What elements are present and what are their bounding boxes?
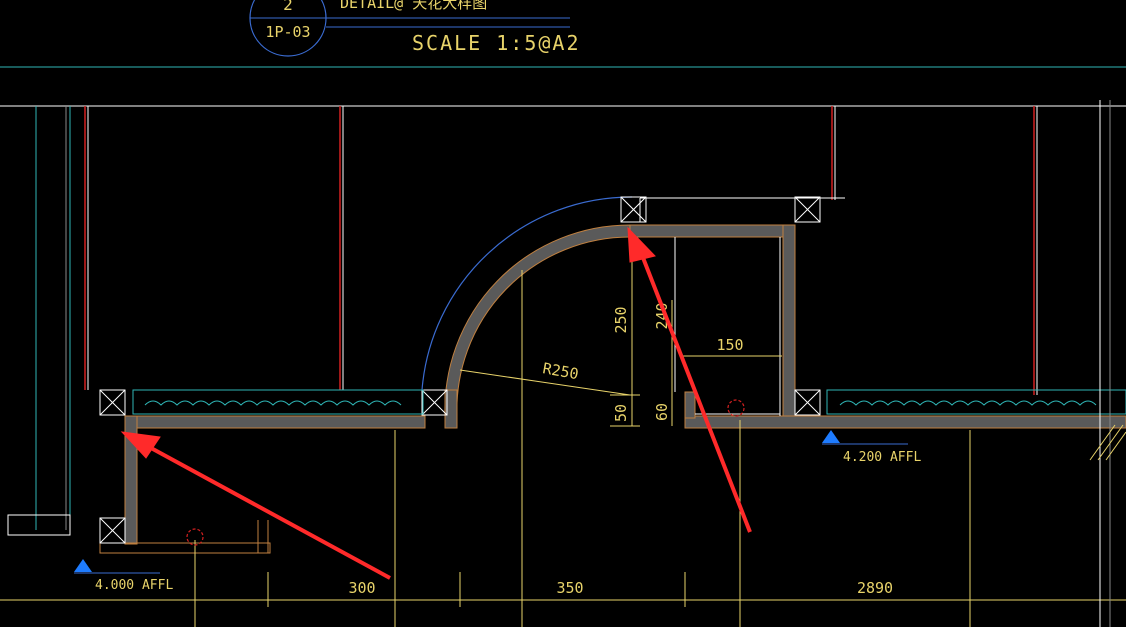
dim-60: 60 [653, 403, 671, 421]
dim-bottom-300: 300 [348, 579, 375, 597]
level-marker-right: 4.200 AFFL [822, 430, 921, 465]
dim-bottom-2890: 2890 [857, 579, 893, 597]
scale-label: SCALE 1:5@A2 [412, 31, 581, 55]
dim-50: 50 [612, 404, 630, 422]
dim-250: 250 [612, 306, 630, 333]
dim-bottom-350: 350 [556, 579, 583, 597]
right-hatch [1089, 424, 1126, 461]
sheet-ref: 1P-03 [265, 23, 310, 41]
cad-drawing: 2 1P-03 DETAIL@ 天花大样图 SCALE 1:5@A2 R250 … [0, 0, 1126, 627]
detail-number: 2 [283, 0, 293, 14]
level-triangle-icon [822, 430, 840, 443]
ceiling-section [99, 196, 1126, 554]
level-left-label: 4.000 AFFL [95, 578, 173, 593]
level-triangle-icon-left [74, 559, 92, 572]
dim-radius: R250 [541, 359, 580, 383]
level-marker-left: 4.000 AFFL [74, 559, 173, 593]
level-right-label: 4.200 AFFL [843, 450, 921, 465]
title-block: 2 1P-03 DETAIL@ 天花大样图 SCALE 1:5@A2 [249, 0, 581, 57]
detail-title: DETAIL@ 天花大样图 [340, 0, 487, 12]
left-wall [7, 106, 71, 536]
inner-box [674, 237, 781, 416]
dim-150: 150 [716, 336, 743, 354]
